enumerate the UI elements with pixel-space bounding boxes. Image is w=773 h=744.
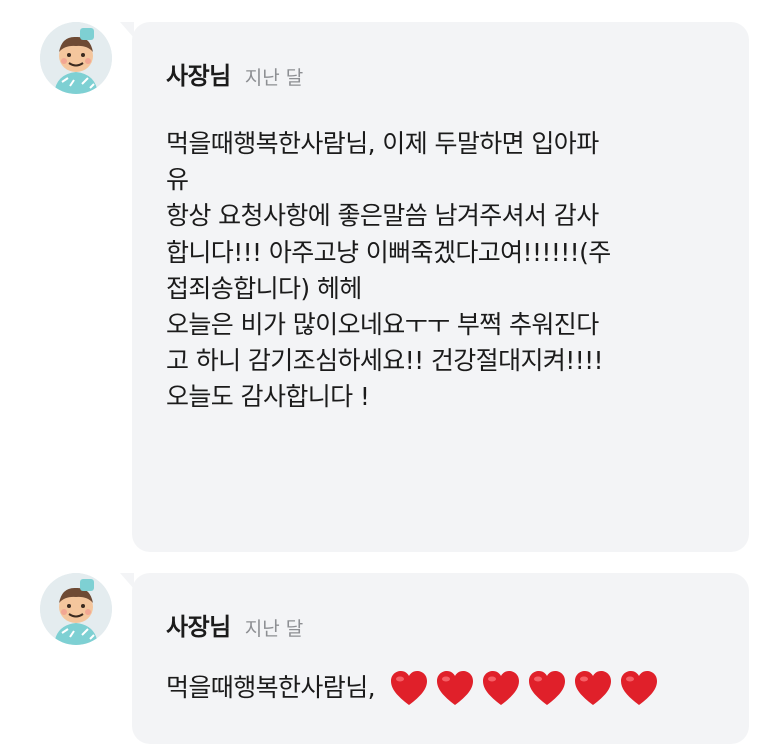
- timestamp: 지난 달: [244, 618, 304, 640]
- reply-bubble: 사장님 지난 달 먹을때행복한사람님,: [120, 573, 749, 744]
- reply-line: 고 하니 감기조심하세요!! 건강절대지켜!!!!: [166, 346, 604, 376]
- reply-header: 사장님 지난 달: [166, 56, 303, 91]
- author-name[interactable]: 사장님: [166, 607, 231, 642]
- reply-text: 먹을때행복한사람님, 이제 두말하면 입아파 유 항상 요청사항에 좋은말씀 남…: [166, 126, 726, 416]
- reply-line: 접죄송합니다) 헤헤: [166, 273, 362, 303]
- author-name[interactable]: 사장님: [166, 56, 231, 91]
- reply-line: 유: [166, 165, 189, 195]
- owner-reply: 사장님 지난 달 먹을때행복한사람님,: [0, 573, 773, 744]
- reply-line: 오늘도 감사합니다 !: [166, 382, 370, 412]
- reply-header: 사장님 지난 달: [166, 607, 303, 642]
- reply-line: 항상 요청사항에 좋은말씀 남겨주셔서 감사: [166, 201, 599, 231]
- chef-character-avatar-icon[interactable]: [40, 22, 112, 94]
- reply-line: 먹을때행복한사람님,: [166, 672, 376, 702]
- reply-line: 오늘은 비가 많이오네요ㅜㅜ 부쩍 추워진다: [166, 310, 599, 340]
- red-heart-icon: [528, 671, 565, 705]
- owner-reply: 사장님 지난 달 먹을때행복한사람님, 이제 두말하면 입아파 유 항상 요청사…: [0, 22, 773, 552]
- reply-text: 먹을때행복한사람님,: [166, 669, 726, 707]
- reply-line: 먹을때행복한사람님, 이제 두말하면 입아파: [166, 129, 599, 158]
- timestamp: 지난 달: [244, 67, 304, 89]
- reply-line: 합니다!!! 아주고냥 이뻐죽겠다고여!!!!!!(주: [166, 237, 611, 267]
- red-heart-icon: [436, 671, 473, 705]
- red-heart-icon: [390, 671, 427, 705]
- chef-character-avatar-icon[interactable]: [40, 573, 112, 645]
- reply-thread: 사장님 지난 달 먹을때행복한사람님, 이제 두말하면 입아파 유 항상 요청사…: [0, 0, 773, 744]
- red-heart-icon: [574, 671, 611, 705]
- red-heart-icon: [620, 671, 657, 705]
- red-heart-icon: [482, 671, 519, 705]
- reply-bubble: 사장님 지난 달 먹을때행복한사람님, 이제 두말하면 입아파 유 항상 요청사…: [120, 22, 749, 552]
- heart-emoji-group: [383, 669, 659, 707]
